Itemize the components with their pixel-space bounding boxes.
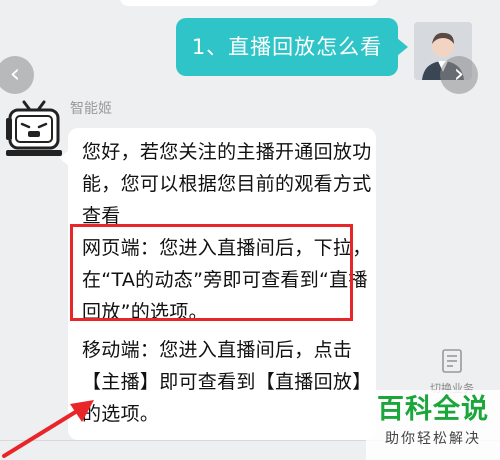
next-arrow-button[interactable]: › [440,56,478,94]
tv-robot-icon [6,100,62,156]
user-message-bubble: 1、直播回放怎么看 [176,18,408,76]
chevron-right-icon: › [453,59,465,89]
previous-arrow-button[interactable]: ‹ [0,56,34,94]
highlight-box [70,224,353,321]
brand-watermark: 百科全说 助你轻松解决 [366,390,500,460]
red-pointer-arrow-icon [2,400,94,458]
chevron-left-icon: ‹ [9,59,21,89]
previous-message-bubble [120,0,378,6]
bot-message-intro: 您好，若您关注的主播开通回放功能，您可以根据您目前的观看方式查看 [82,141,372,227]
bot-avatar [2,98,64,160]
user-message-text: 1、直播回放怎么看 [191,35,383,59]
document-list-icon [442,349,462,373]
bot-name: 智能姬 [70,101,112,117]
brand-name: 百科全说 [377,394,489,425]
brand-slogan: 助你轻松解决 [385,431,481,447]
bot-message-mobile: 移动端：您进入直播间后，点击【主播】即可查看到【直播回放】的选项。 [82,339,372,425]
